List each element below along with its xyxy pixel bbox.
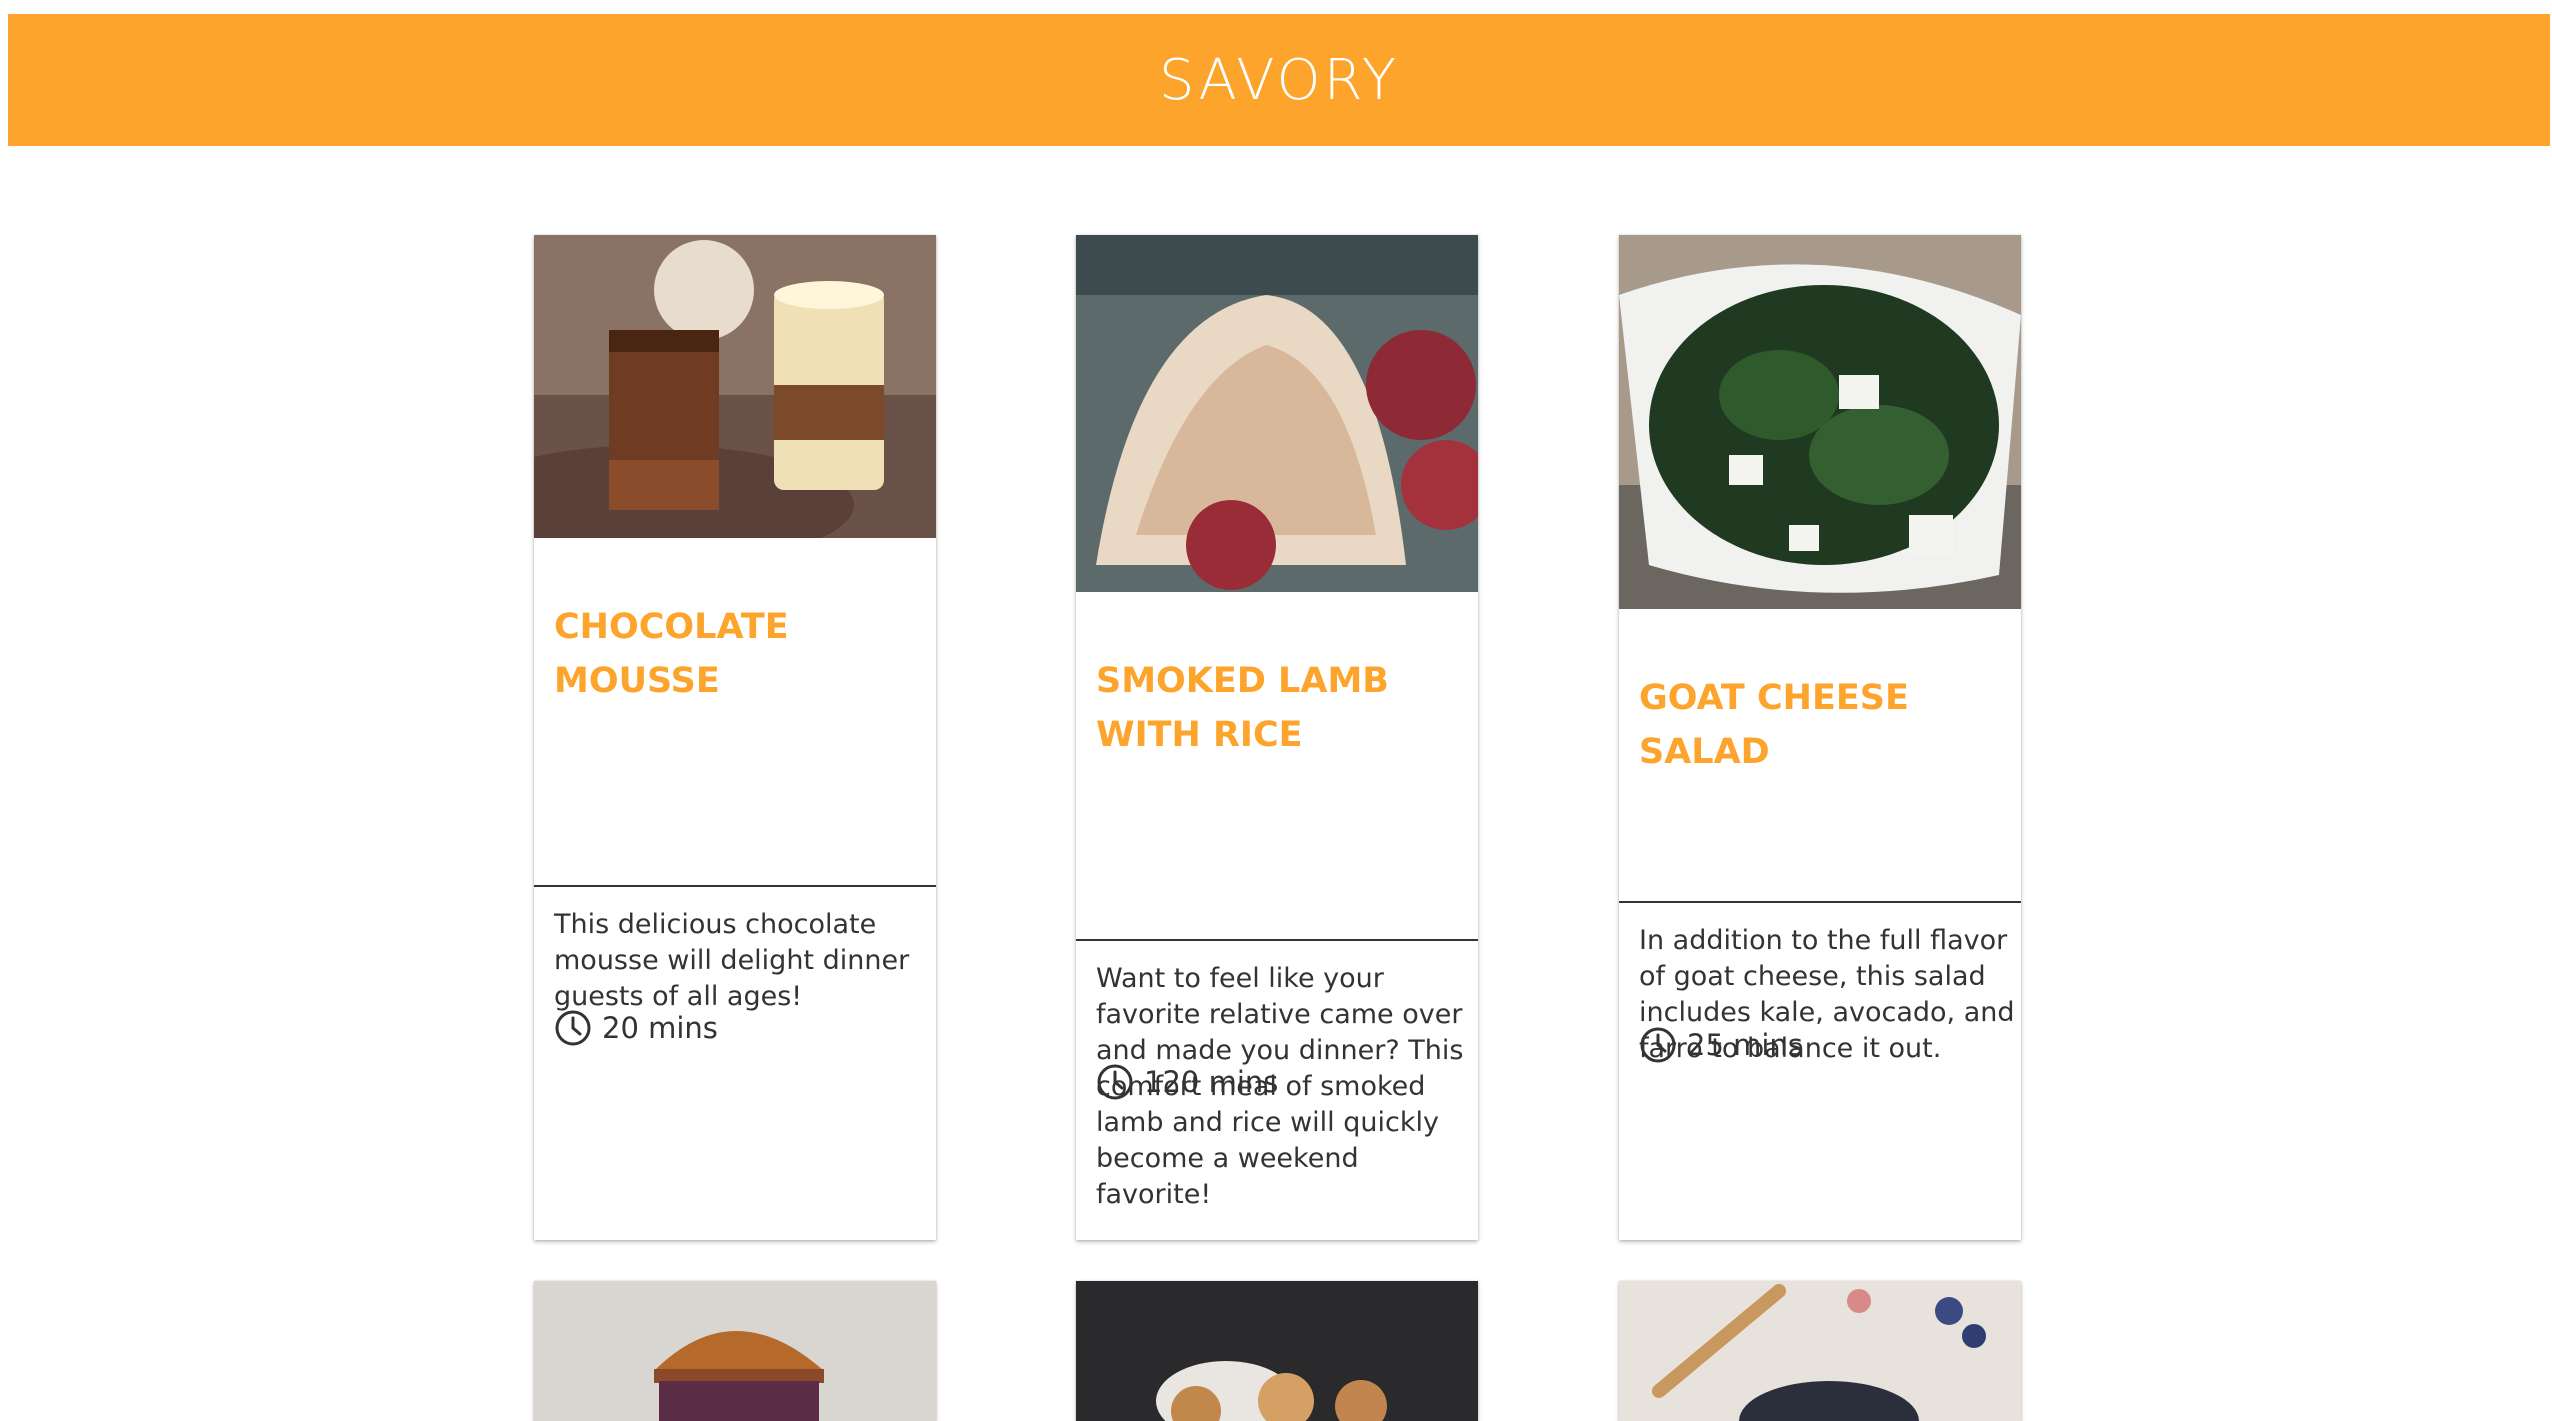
recipe-title[interactable]: GOAT CHEESE SALAD xyxy=(1639,671,2013,779)
recipe-title[interactable]: CHOCOLATE MOUSSE xyxy=(554,600,928,708)
recipe-card-goat-cheese-salad[interactable]: GOAT CHEESE SALAD 25 mins In addition to… xyxy=(1619,235,2021,1240)
recipe-title[interactable]: SMOKED LAMB WITH RICE xyxy=(1096,654,1470,762)
card-divider xyxy=(534,885,936,887)
recipe-card-burger-partial[interactable] xyxy=(534,1281,936,1421)
recipe-description: Want to feel like your favorite relative… xyxy=(1096,963,1464,1210)
donuts-image xyxy=(1076,1281,1478,1421)
burger-image xyxy=(534,1281,936,1421)
recipe-card-chocolate-mousse[interactable]: CHOCOLATE MOUSSE 20 mins This delicious … xyxy=(534,235,936,1240)
chocolate-mousse-image xyxy=(534,235,936,538)
recipe-description: This delicious chocolate mousse will del… xyxy=(554,909,910,1012)
page-title: SAVORY xyxy=(1158,47,1400,113)
smoked-lamb-rice-image xyxy=(1076,235,1478,592)
recipe-card-donuts-partial[interactable] xyxy=(1076,1281,1478,1421)
card-divider xyxy=(1076,939,1478,941)
recipe-card-berries-partial[interactable] xyxy=(1619,1281,2021,1421)
berries-bowl-image xyxy=(1619,1281,2021,1421)
recipe-card-smoked-lamb[interactable]: SMOKED LAMB WITH RICE 120 mins Want to f… xyxy=(1076,235,1478,1240)
recipe-description: In addition to the full flavor of goat c… xyxy=(1639,925,2015,1064)
site-header: SAVORY xyxy=(8,14,2550,146)
goat-cheese-salad-image xyxy=(1619,235,2021,609)
card-divider xyxy=(1619,901,2021,903)
recipe-time-label: 20 mins xyxy=(602,1011,718,1045)
